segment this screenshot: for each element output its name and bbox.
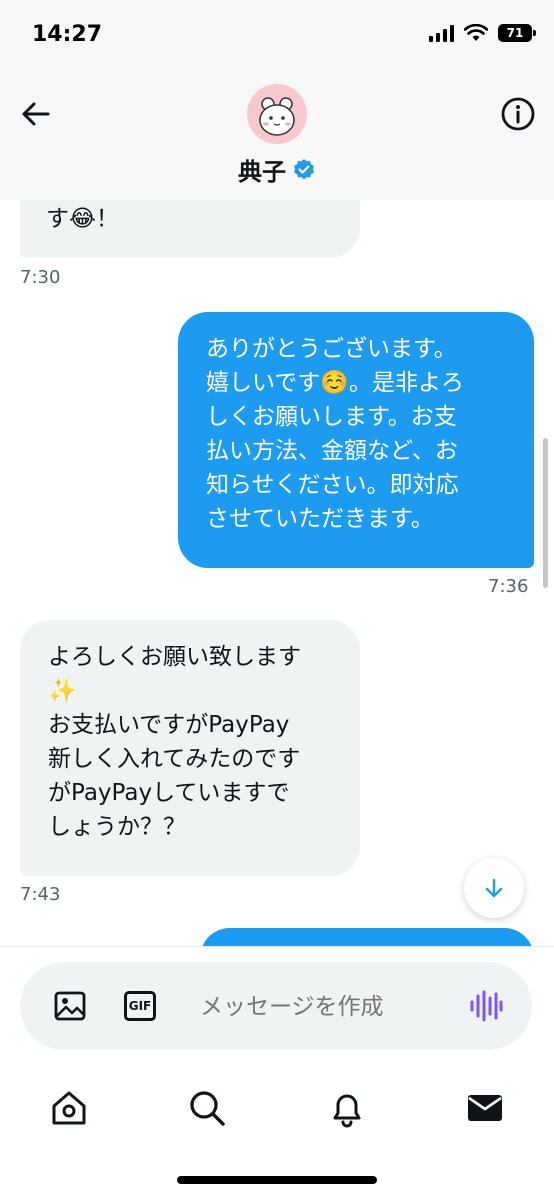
voice-message-button[interactable] — [466, 986, 506, 1026]
message-bubble-outgoing-partial[interactable] — [200, 928, 534, 946]
message-bubble-incoming[interactable]: す😂！ — [20, 200, 360, 258]
scrollbar[interactable] — [543, 438, 548, 588]
message-line: しくお願いします。お支 — [206, 404, 457, 430]
avatar[interactable] — [247, 84, 307, 144]
conversation-header: 典子 — [0, 80, 554, 200]
message-line: 払い方法、金額など、お — [206, 438, 458, 464]
message-line: がPayPayしていますで — [48, 780, 290, 806]
image-icon — [54, 991, 86, 1021]
contact-name: 典子 — [238, 158, 286, 186]
mail-icon — [468, 1095, 502, 1121]
gif-icon: GIF — [124, 991, 156, 1021]
wifi-icon — [464, 24, 488, 41]
status-icons: 71 — [429, 24, 536, 42]
message-input[interactable] — [200, 988, 470, 1024]
message-line: 新しく入れてみたのです — [48, 746, 301, 772]
message-line: 嬉しいです☺️。是非よろ — [206, 370, 464, 396]
status-time: 14:27 — [32, 22, 103, 47]
signal-icon — [429, 24, 454, 42]
message-composer: GIF — [20, 962, 532, 1050]
message-bubble-incoming[interactable]: よろしくお願い致します ✨ お支払いですがPayPay 新しく入れてみたのです … — [20, 620, 360, 876]
message-line: 知らせください。即対応 — [206, 472, 459, 498]
scroll-to-bottom-button[interactable] — [464, 858, 524, 918]
message-timestamp: 7:36 — [488, 576, 529, 597]
tab-messages[interactable] — [461, 1084, 509, 1132]
back-button[interactable] — [16, 94, 56, 134]
message-line: しょうか？？ — [48, 814, 186, 840]
info-button[interactable] — [498, 94, 538, 134]
tab-home[interactable] — [45, 1084, 93, 1132]
battery-icon: 71 — [498, 24, 536, 42]
composer-divider — [0, 946, 554, 947]
voice-waveform-icon — [470, 990, 503, 1022]
info-icon — [501, 97, 535, 131]
message-timestamp: 7:43 — [20, 884, 61, 905]
image-button[interactable] — [50, 986, 90, 1026]
message-bubble-outgoing[interactable]: ありがとうございます。 嬉しいです☺️。是非よろ しくお願いします。お支 払い方… — [178, 312, 534, 568]
message-line: させていただきます。 — [206, 506, 434, 532]
message-line: す😂！ — [46, 206, 119, 232]
home-icon — [52, 1091, 86, 1125]
home-indicator[interactable] — [177, 1176, 377, 1184]
verified-badge-icon — [294, 158, 314, 179]
message-line: よろしくお願い致します — [48, 644, 301, 670]
message-line: ありがとうございます。 — [206, 336, 457, 362]
arrow-down-icon — [485, 878, 503, 898]
status-bar: 14:27 71 — [0, 0, 554, 80]
contact-name-row[interactable]: 典子 — [0, 152, 554, 187]
tab-notifications[interactable] — [323, 1084, 371, 1132]
message-line: ✨ — [48, 678, 77, 704]
bear-avatar-image — [259, 97, 295, 136]
message-timestamp: 7:30 — [20, 267, 61, 288]
search-icon — [190, 1091, 225, 1126]
message-line: お支払いですがPayPay — [48, 712, 290, 738]
tab-search[interactable] — [183, 1084, 231, 1132]
gif-button[interactable]: GIF — [120, 986, 160, 1026]
bottom-tab-bar — [0, 1070, 554, 1146]
message-list[interactable]: す😂！ 7:30 ありがとうございます。 嬉しいです☺️。是非よろ しくお願いし… — [0, 200, 554, 946]
arrow-left-icon — [22, 102, 50, 126]
bell-icon — [333, 1094, 361, 1128]
